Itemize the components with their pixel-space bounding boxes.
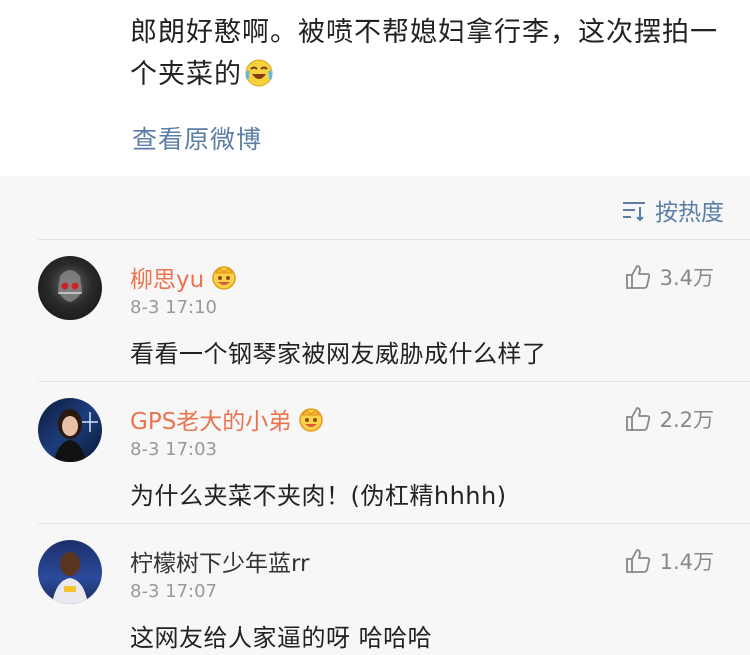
thumbs-up-icon (625, 407, 650, 431)
like-count: 1.4万 (659, 550, 714, 574)
sort-by-hot-button[interactable]: 按热度 (621, 193, 724, 227)
avatar[interactable] (38, 256, 102, 320)
like-button[interactable]: 1.4万 (624, 546, 714, 576)
thumbs-up-icon (625, 549, 650, 573)
sort-label: 按热度 (655, 200, 724, 226)
person-photo-icon (54, 409, 98, 462)
name-row: 柠檬树下少年蓝rr (130, 544, 310, 578)
skull-logo-icon (58, 270, 82, 302)
laughing-tears-icon (245, 59, 273, 87)
comment-text: 看看一个钢琴家被网友威胁成什么样了 (130, 340, 547, 368)
view-original-link[interactable]: 查看原微博 (132, 120, 262, 156)
username[interactable]: 柠檬树下少年蓝rr (130, 544, 310, 578)
post-card: 郎朗好憨啊。被喷不帮媳妇拿行李，这次摆拍一个夹菜的 查看原微博 (0, 0, 750, 176)
vip-crown-icon (299, 408, 324, 432)
name-row: GPS老大的小弟 (130, 402, 325, 436)
thumbs-up-icon (625, 265, 650, 289)
comment-item[interactable]: 柠檬树下少年蓝rr 8-3 17:07 这网友给人家逼的呀 哈哈哈 1.4万 (0, 524, 750, 655)
player-photo-icon (52, 552, 88, 604)
post-text-content: 郎朗好憨啊。被喷不帮媳妇拿行李，这次摆拍一个夹菜的 (130, 17, 718, 90)
comment-item[interactable]: GPS老大的小弟 8-3 17:03 为什么夹菜不夹肉！(伪杠精hhhh) 2.… (0, 382, 750, 522)
comment-item[interactable]: 柳思yu 8-3 17:10 看看一个钢琴家被网友威胁成什么样了 3.4万 (0, 240, 750, 380)
comment-text: 这网友给人家逼的呀 哈哈哈 (130, 624, 433, 652)
username[interactable]: GPS老大的小弟 (130, 402, 291, 436)
name-row: 柳思yu (130, 260, 238, 294)
comment-time: 8-3 17:10 (130, 297, 217, 318)
post-text: 郎朗好憨啊。被喷不帮媳妇拿行李，这次摆拍一个夹菜的 (130, 12, 720, 96)
comment-time: 8-3 17:07 (130, 581, 217, 602)
like-button[interactable]: 2.2万 (624, 404, 714, 434)
comment-text: 为什么夹菜不夹肉！(伪杠精hhhh) (130, 482, 507, 510)
comment-time: 8-3 17:03 (130, 439, 217, 460)
vip-crown-icon (212, 266, 236, 290)
avatar[interactable] (38, 398, 102, 462)
avatar[interactable] (38, 540, 102, 604)
like-count: 3.4万 (659, 266, 714, 290)
sort-icon (623, 202, 645, 222)
username[interactable]: 柳思yu (130, 260, 204, 294)
like-button[interactable]: 3.4万 (624, 262, 714, 292)
like-count: 2.2万 (659, 408, 714, 432)
